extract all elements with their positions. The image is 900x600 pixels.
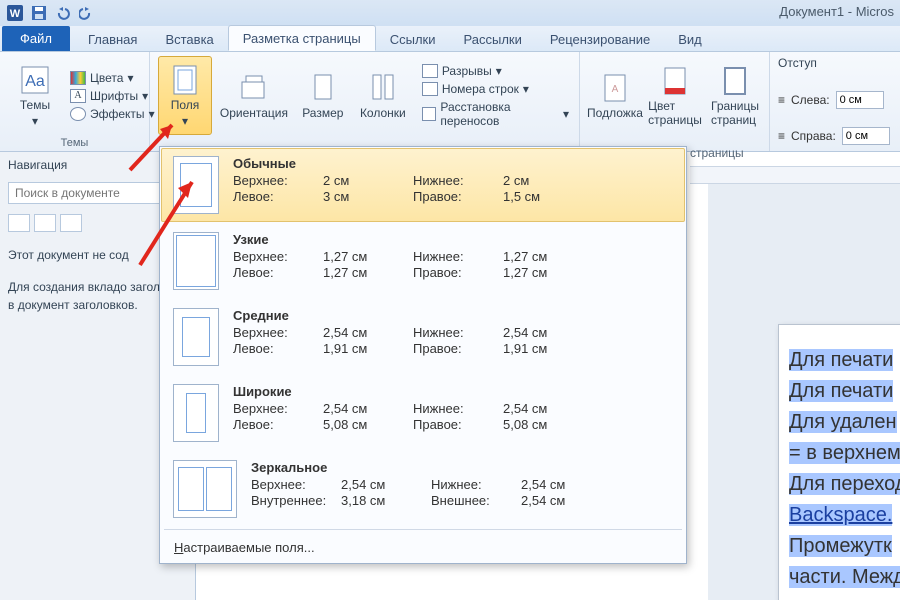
document-area[interactable]: Для печати Для печати Для удален = в вер… — [708, 184, 900, 600]
svg-text:W: W — [10, 8, 21, 20]
document-page: Для печати Для печати Для удален = в вер… — [778, 324, 900, 600]
preset-name: Средние — [233, 308, 673, 323]
group-themes-label: Темы — [8, 135, 141, 149]
theme-colors[interactable]: Цвета ▾ — [68, 70, 157, 86]
group-indent: Отступ ≡ Слева: ≡ Справа: — [770, 52, 900, 151]
chevron-down-icon: ▾ — [32, 114, 38, 128]
indent-left-label: Слева: — [791, 93, 830, 107]
tab-references[interactable]: Ссылки — [376, 27, 450, 51]
margins-preset-3[interactable]: ШирокиеВерхнее:2,54 смНижнее:2,54 смЛево… — [160, 375, 686, 451]
breaks-button[interactable]: Разрывы ▾ — [420, 63, 571, 79]
line-numbers-button[interactable]: Номера строк ▾ — [420, 81, 571, 97]
group-page-setup: Поля▾ Ориентация Размер Колонки Разрывы … — [150, 52, 580, 151]
redo-icon[interactable] — [76, 2, 98, 24]
margins-button[interactable]: Поля▾ — [158, 56, 212, 135]
margins-icon — [169, 64, 201, 96]
preset-name: Обычные — [233, 156, 673, 171]
margins-preset-4[interactable]: ЗеркальноеВерхнее:2,54 смНижнее:2,54 смВ… — [160, 451, 686, 527]
indent-title: Отступ — [778, 56, 892, 70]
preset-thumb-icon — [173, 460, 237, 518]
page-borders-button[interactable]: Границы страниц — [708, 56, 762, 135]
size-icon — [307, 72, 339, 104]
margins-dropdown: ОбычныеВерхнее:2 смНижнее:2 смЛевое:3 см… — [159, 146, 687, 564]
tab-file[interactable]: Файл — [2, 26, 70, 51]
preset-name: Узкие — [233, 232, 673, 247]
theme-effects[interactable]: Эффекты ▾ — [68, 106, 157, 122]
group-page-bg-label: страницы — [690, 146, 744, 160]
ribbon-tabs: Файл Главная Вставка Разметка страницы С… — [0, 26, 900, 52]
custom-margins-label: астраиваемые поля... — [183, 540, 314, 555]
group-page-background: A Подложка Цвет страницы Границы страниц — [580, 52, 770, 151]
page-borders-icon — [719, 65, 751, 97]
watermark-icon: A — [599, 72, 631, 104]
tab-home[interactable]: Главная — [74, 27, 151, 51]
indent-right-input[interactable] — [842, 127, 890, 145]
nav-title: Навигация — [8, 158, 67, 172]
themes-label: Темы — [20, 98, 50, 112]
themes-button[interactable]: Aa Темы ▾ — [8, 56, 62, 135]
margins-preset-1[interactable]: УзкиеВерхнее:1,27 смНижнее:1,27 смЛевое:… — [160, 223, 686, 299]
group-themes: Aa Темы ▾ Цвета ▾ AШрифты ▾ Эффекты ▾ Те… — [0, 52, 150, 151]
watermark-button[interactable]: A Подложка — [588, 56, 642, 135]
ruler-horizontal[interactable] — [690, 166, 900, 184]
title-bar: W Документ1 - Micros — [0, 0, 900, 26]
margins-preset-2[interactable]: СредниеВерхнее:2,54 смНижнее:2,54 смЛево… — [160, 299, 686, 375]
tab-view[interactable]: Вид — [664, 27, 716, 51]
nav-view-results[interactable] — [60, 214, 82, 232]
ribbon: Aa Темы ▾ Цвета ▾ AШрифты ▾ Эффекты ▾ Те… — [0, 52, 900, 152]
tab-page-layout[interactable]: Разметка страницы — [228, 25, 376, 51]
word-app-icon[interactable]: W — [4, 2, 26, 24]
tab-review[interactable]: Рецензирование — [536, 27, 664, 51]
columns-icon — [367, 72, 399, 104]
custom-margins-item[interactable]: Настраиваемые поля... — [160, 532, 686, 563]
preset-thumb-icon — [173, 308, 219, 366]
page-color-button[interactable]: Цвет страницы — [648, 56, 702, 135]
size-button[interactable]: Размер — [296, 56, 350, 135]
chevron-down-icon: ▾ — [182, 114, 188, 128]
nav-view-headings[interactable] — [8, 214, 30, 232]
undo-icon[interactable] — [52, 2, 74, 24]
window-title: Документ1 - Micros — [779, 4, 894, 19]
orientation-button[interactable]: Ориентация — [218, 56, 290, 135]
preset-name: Зеркальное — [251, 460, 673, 475]
nav-view-pages[interactable] — [34, 214, 56, 232]
svg-text:Aa: Aa — [25, 73, 45, 90]
theme-fonts[interactable]: AШрифты ▾ — [68, 88, 157, 104]
tab-insert[interactable]: Вставка — [151, 27, 227, 51]
orientation-icon — [238, 72, 270, 104]
tab-mailings[interactable]: Рассылки — [450, 27, 536, 51]
preset-thumb-icon — [173, 156, 219, 214]
hyphenation-button[interactable]: Расстановка переносов ▾ — [420, 99, 571, 129]
indent-right-label: Справа: — [791, 129, 836, 143]
preset-thumb-icon — [173, 232, 219, 290]
save-icon[interactable] — [28, 2, 50, 24]
themes-icon: Aa — [19, 64, 51, 96]
page-color-icon — [659, 65, 691, 97]
preset-thumb-icon — [173, 384, 219, 442]
preset-name: Широкие — [233, 384, 673, 399]
svg-text:A: A — [612, 84, 619, 95]
indent-left-input[interactable] — [836, 91, 884, 109]
indent-left-icon: ≡ — [778, 93, 785, 107]
columns-button[interactable]: Колонки — [356, 56, 410, 135]
indent-right-icon: ≡ — [778, 129, 785, 143]
margins-preset-0[interactable]: ОбычныеВерхнее:2 смНижнее:2 смЛевое:3 см… — [161, 148, 685, 222]
